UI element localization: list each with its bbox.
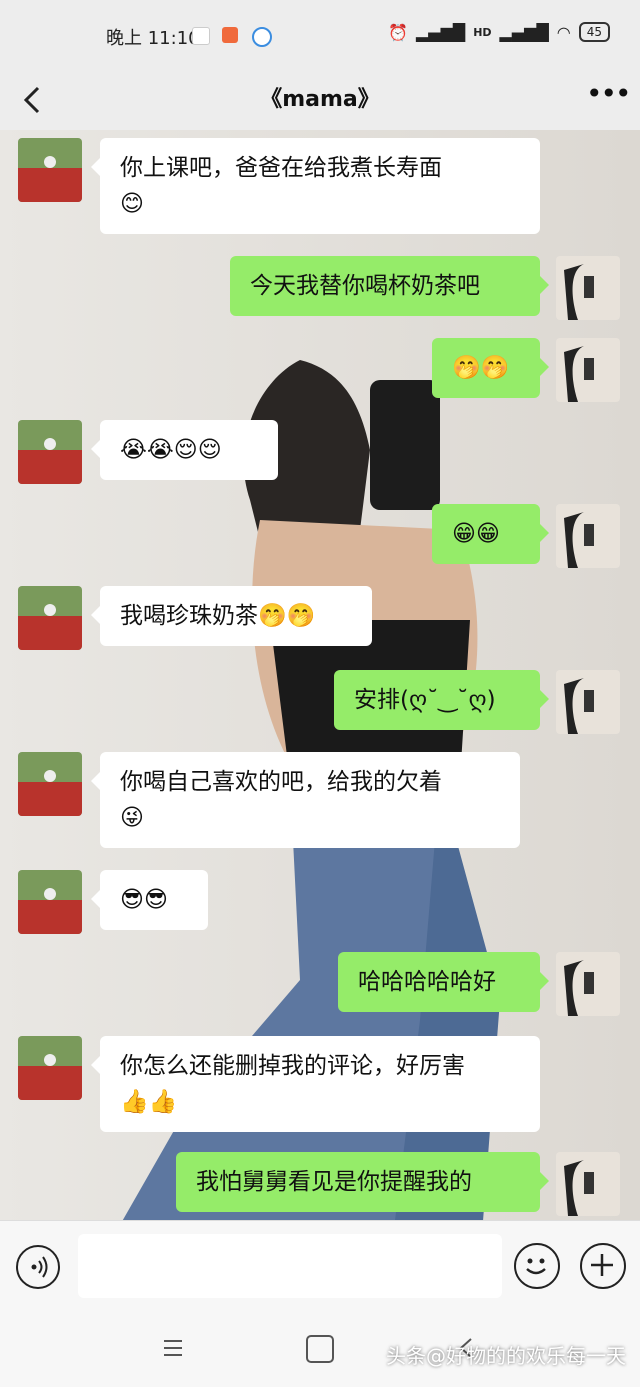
emoji: 😜 xyxy=(120,805,144,831)
signal-icon: ▂▄▆█ xyxy=(499,22,549,42)
message-text: 今天我替你喝杯奶茶吧 xyxy=(250,273,480,299)
plus-icon xyxy=(591,1254,613,1276)
home-icon[interactable] xyxy=(306,1335,334,1363)
wifi-icon: ◠ xyxy=(556,22,571,42)
message-bubble[interactable]: 哈哈哈哈哈好 xyxy=(338,952,549,1012)
contact-avatar[interactable] xyxy=(18,420,82,484)
message-text: 我喝珍珠奶茶 xyxy=(120,603,258,629)
emoji: 😎 xyxy=(143,887,168,913)
input-bar xyxy=(0,1220,640,1311)
chat-area[interactable]: 你上课吧，爸爸在给我煮长寿面 😊 今天我替你喝杯奶茶吧 🤭🤭 😭😭😌😌 😁😁 我… xyxy=(0,130,640,1220)
status-time: 晚上 11:10 xyxy=(106,28,200,49)
message-bubble[interactable]: 你喝自己喜欢的吧，给我的欠着 😜 xyxy=(91,752,520,848)
voice-icon xyxy=(31,1256,48,1278)
emoji: 👍 xyxy=(148,1089,178,1115)
hd-label: HD xyxy=(473,25,492,39)
message-bubble[interactable]: 🤭🤭 xyxy=(432,338,549,398)
contact-avatar[interactable] xyxy=(18,752,82,816)
message-text: 你怎么还能删掉我的评论，好厉害 xyxy=(120,1053,465,1079)
app-icon xyxy=(252,27,272,47)
emoji: 😊 xyxy=(120,191,144,217)
emoji: 😭 xyxy=(146,437,174,463)
battery-icon: 45 xyxy=(578,22,610,42)
chat-header: 《mama》 ••• xyxy=(0,70,640,130)
message-bubble[interactable]: 你上课吧，爸爸在给我煮长寿面 😊 xyxy=(91,138,540,234)
voice-button[interactable] xyxy=(16,1245,60,1289)
message-text: 你喝自己喜欢的吧，给我的欠着 xyxy=(120,769,442,795)
signal-icon: ▂▄▆█ xyxy=(415,22,466,42)
contact-avatar[interactable] xyxy=(18,138,82,202)
app-icon xyxy=(222,27,238,43)
alarm-icon: ⏰ xyxy=(388,22,408,42)
message-text: 我怕舅舅看见是你提醒我的 xyxy=(196,1169,472,1195)
message-bubble[interactable]: 你怎么还能删掉我的评论，好厉害 👍👍 xyxy=(91,1036,540,1132)
my-avatar[interactable] xyxy=(556,338,620,402)
message-text: 你上课吧，爸爸在给我煮长寿面 xyxy=(120,155,442,181)
my-avatar[interactable] xyxy=(556,256,620,320)
message-bubble[interactable]: 安排(ღ˘‿˘ღ) xyxy=(334,670,549,730)
emoji: 🤭 xyxy=(286,603,316,629)
emoji: 😭 xyxy=(120,437,147,463)
contact-avatar[interactable] xyxy=(18,1036,82,1100)
my-avatar[interactable] xyxy=(556,952,620,1016)
message-text: 哈哈哈哈哈好 xyxy=(358,969,496,995)
watermark: 头条@好物的的欢乐每一天 xyxy=(386,1344,626,1368)
plus-button[interactable] xyxy=(580,1243,626,1289)
emoji: 😁 xyxy=(475,521,500,547)
app-icon xyxy=(192,27,210,45)
message-bubble[interactable]: 😁😁 xyxy=(432,504,549,564)
emoji: 🤭 xyxy=(452,355,481,381)
emoji: 😌 xyxy=(197,437,222,463)
chat-title: 《mama》 xyxy=(260,87,380,112)
emoji-icon xyxy=(526,1258,546,1275)
emoji: 🤭 xyxy=(258,603,287,629)
message-bubble[interactable]: 😎😎 xyxy=(91,870,208,930)
message-text: 安排(ღ˘‿˘ღ) xyxy=(354,687,496,713)
emoji: 🤭 xyxy=(480,355,510,381)
my-avatar[interactable] xyxy=(556,1152,620,1216)
message-bubble[interactable]: 我喝珍珠奶茶🤭🤭 xyxy=(91,586,372,646)
my-avatar[interactable] xyxy=(556,670,620,734)
contact-avatar[interactable] xyxy=(18,870,82,934)
more-icon: ••• xyxy=(586,77,632,110)
emoji-button[interactable] xyxy=(514,1243,560,1289)
message-bubble[interactable]: 😭😭😌😌 xyxy=(91,420,278,480)
status-bar: 晚上 11:10 ⏰ ▂▄▆█ HD ▂▄▆█ ◠ 45 xyxy=(0,0,640,70)
contact-avatar[interactable] xyxy=(18,586,82,650)
message-bubble[interactable]: 我怕舅舅看见是你提醒我的 xyxy=(176,1152,549,1212)
emoji: 😌 xyxy=(173,437,198,463)
emoji: 😁 xyxy=(452,521,476,547)
menu-icon[interactable] xyxy=(160,1335,186,1361)
emoji: 👍 xyxy=(120,1089,149,1115)
message-bubble[interactable]: 今天我替你喝杯奶茶吧 xyxy=(230,256,549,316)
emoji: 😎 xyxy=(120,887,144,913)
more-button[interactable]: ••• xyxy=(586,80,632,120)
message-input[interactable] xyxy=(78,1234,502,1298)
status-right: ⏰ ▂▄▆█ HD ▂▄▆█ ◠ 45 xyxy=(388,22,610,42)
my-avatar[interactable] xyxy=(556,504,620,568)
